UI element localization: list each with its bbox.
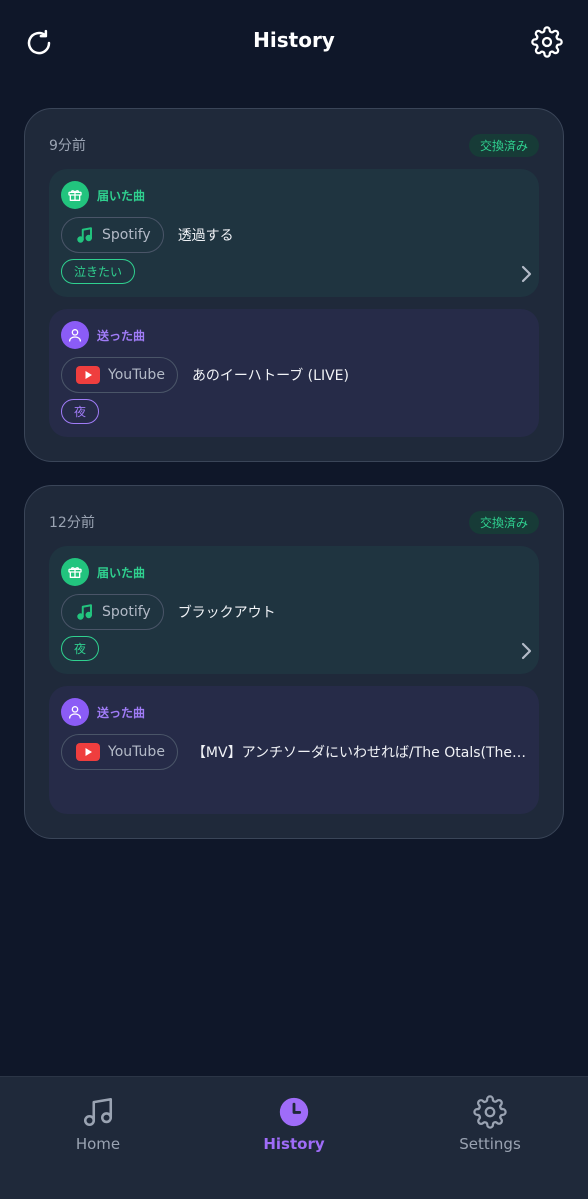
sent-song-block: 送った曲 YouTube 【MV】アンチソーダにいわせれば/The Otals(Th…	[49, 686, 539, 814]
song-row: Spotify 透過する	[61, 217, 527, 253]
history-list[interactable]: 1分前交換済み届いた曲Spotify言伝落ち着く送った曲Apple Music愛…	[0, 72, 588, 1076]
chevron-right-icon[interactable]	[519, 265, 533, 283]
tab-history[interactable]: History	[234, 1095, 354, 1153]
person-icon	[61, 321, 89, 349]
status-badge: 交換済み	[468, 510, 539, 534]
chevron-right-icon[interactable]	[519, 642, 533, 660]
received-label: 届いた曲	[61, 558, 145, 586]
song-row: YouTube あのイーハトーブ (LIVE)	[61, 357, 527, 393]
service-name: Spotify	[102, 604, 151, 620]
spotify-note-icon	[76, 226, 94, 244]
gift-icon	[61, 558, 89, 586]
song-title: 透過する	[177, 228, 234, 244]
mood-tag: 夜	[61, 399, 100, 424]
service-name: YouTube	[108, 744, 165, 760]
song-title: ブラックアウト	[177, 605, 276, 621]
youtube-play-icon	[76, 366, 100, 384]
service-chip[interactable]: Spotify	[61, 594, 164, 630]
sent-label: 送った曲	[61, 698, 145, 726]
tab-home-label: Home	[75, 1135, 121, 1153]
song-row: YouTube 【MV】アンチソーダにいわせれば/The Otals(The Ot…	[61, 734, 527, 770]
received-label: 届いた曲	[61, 181, 145, 209]
tab-history-label: History	[263, 1135, 325, 1153]
page-title: History	[253, 28, 335, 52]
section-label: 届いた曲	[97, 565, 146, 580]
music-note-icon	[83, 1097, 113, 1127]
tab-home[interactable]: Home	[38, 1095, 158, 1153]
gift-icon	[61, 181, 89, 209]
mood-tag: 泣きたい	[61, 259, 136, 284]
tab-bar: Home History Settings	[0, 1076, 588, 1199]
tab-settings[interactable]: Settings	[430, 1095, 550, 1153]
history-card: 12分前 交換済み届いた曲 Spotify ブラックアウト夜送った曲 YouTube 【M…	[24, 485, 564, 839]
section-label: 送った曲	[97, 705, 146, 720]
service-chip[interactable]: YouTube	[61, 734, 178, 770]
top-bar: History	[0, 0, 588, 72]
sent-song-block: 送った曲 YouTube あのイーハトーブ (LIVE) 夜	[49, 309, 539, 437]
service-name: YouTube	[108, 367, 165, 383]
section-label: 届いた曲	[97, 188, 146, 203]
youtube-play-icon	[76, 743, 100, 761]
mood-tag: 夜	[61, 636, 100, 661]
service-chip[interactable]: Spotify	[61, 217, 164, 253]
song-title: 【MV】アンチソーダにいわせれば/The Otals(The Otals)	[191, 745, 527, 761]
tab-settings-label: Settings	[459, 1135, 521, 1153]
service-chip[interactable]: YouTube	[61, 357, 178, 393]
card-header: 9分前 交換済み	[49, 133, 539, 157]
elapsed-time: 9分前	[49, 138, 86, 154]
song-row: Spotify ブラックアウト	[61, 594, 527, 630]
spotify-note-icon	[76, 603, 94, 621]
song-title: あのイーハトーブ (LIVE)	[191, 368, 349, 384]
service-name: Spotify	[102, 227, 151, 243]
elapsed-time: 12分前	[49, 515, 95, 531]
section-label: 送った曲	[97, 328, 146, 343]
card-header: 12分前 交換済み	[49, 510, 539, 534]
history-card: 9分前 交換済み届いた曲 Spotify 透過する泣きたい送った曲 YouTube あのイ…	[24, 108, 564, 462]
received-song-block[interactable]: 届いた曲 Spotify 透過する泣きたい	[49, 169, 539, 297]
status-badge: 交換済み	[468, 133, 539, 157]
gear-icon	[473, 1095, 507, 1129]
received-song-block[interactable]: 届いた曲 Spotify ブラックアウト夜	[49, 546, 539, 674]
person-icon	[61, 698, 89, 726]
sent-label: 送った曲	[61, 321, 145, 349]
gear-icon[interactable]	[531, 26, 563, 58]
clock-icon	[279, 1097, 309, 1127]
